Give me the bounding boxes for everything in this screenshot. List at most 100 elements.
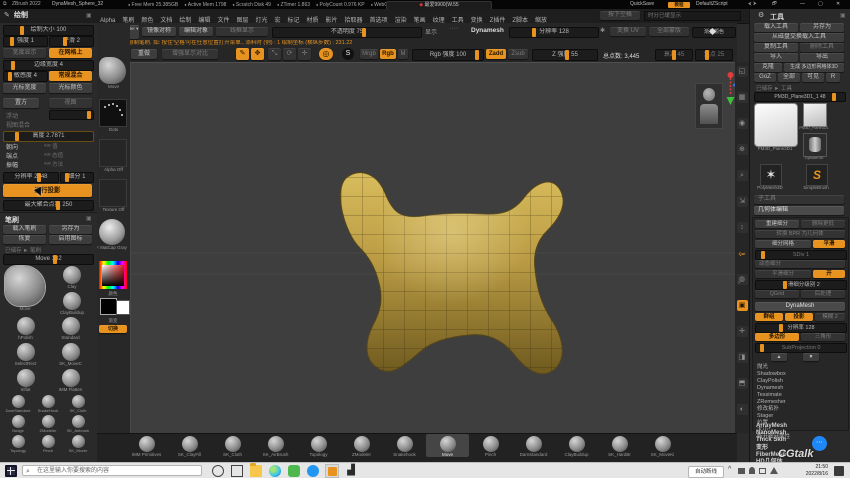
smooth-on-toggle[interactable]: 开 <box>813 270 845 278</box>
tray-brush-item[interactable]: Move <box>426 434 469 457</box>
run-projection-button[interactable]: 运行投影 <box>3 184 92 197</box>
make-polymesh-button[interactable]: 生成 多边形网格体3D <box>784 63 844 72</box>
enable-icon-button[interactable]: 启用图标 <box>49 235 92 244</box>
resolution-2048-slider[interactable]: 分辨率 2048 <box>3 172 59 183</box>
dynamesh-header[interactable]: DynaMesh <box>755 302 845 311</box>
tray-brush-item[interactable]: ClayBuildup <box>555 434 598 457</box>
geometry-section-item[interactable]: Dynamesh <box>753 385 848 392</box>
project-toggle[interactable]: 投影 <box>785 313 813 321</box>
left-palette-title[interactable]: 绘制 <box>14 9 28 23</box>
subpalette-header[interactable]: Thick Skin <box>750 437 850 444</box>
gradient-slider[interactable]: 渐变颜色 <box>692 27 736 38</box>
simplebrush-thumb[interactable]: S <box>806 164 828 186</box>
view-blend-slider[interactable] <box>49 110 94 120</box>
move-mode-icon[interactable]: ✥ <box>251 48 264 60</box>
close-button[interactable]: ✕ <box>836 0 840 9</box>
gizmo-mode-icon[interactable]: ✛ <box>298 48 311 60</box>
mic-tray-icon[interactable] <box>749 467 755 474</box>
shelf-icon[interactable]: ↕ <box>737 222 748 233</box>
cursor-width-button[interactable]: 光标宽度 <box>3 83 46 93</box>
geometry-section-item[interactable]: 修改拓扑 <box>753 406 848 413</box>
zscript-button[interactable]: DefaultZScript <box>696 0 728 9</box>
dynamesh-label[interactable]: Dynamesh <box>471 27 504 34</box>
sculptris-badge-icon[interactable]: S <box>342 48 354 60</box>
polymesh3d-thumb[interactable]: ✶ <box>760 164 782 186</box>
scale-mode-icon[interactable]: ⤡ <box>268 48 281 60</box>
del-lower-button[interactable]: 删除更低 <box>801 220 845 228</box>
volume-tray-icon[interactable] <box>770 467 778 474</box>
cube-view-button[interactable]: 置方 <box>3 98 39 108</box>
tray-brush-item[interactable]: DamStandard <box>512 434 555 457</box>
edge-browser-icon[interactable] <box>269 465 281 477</box>
polish-toggle[interactable]: 多边形 <box>755 333 799 341</box>
image-tray-icon[interactable] <box>759 468 766 474</box>
strength-slider[interactable]: 强度 1 <box>3 36 48 47</box>
width-display-button[interactable]: 宽度显示 <box>3 48 46 58</box>
smt-toggle[interactable]: 平滑 <box>813 240 845 248</box>
switch-color-button[interactable]: 切换 <box>99 325 127 333</box>
primary-color-swatch[interactable] <box>100 298 117 315</box>
dots-menu-icon[interactable]: ···· <box>449 25 458 32</box>
keyboard-tray-icon[interactable] <box>738 468 745 474</box>
import-from-disk-button[interactable]: 从磁盘交换载入工具 <box>754 33 844 42</box>
zbrush-taskbar-icon[interactable] <box>326 465 338 477</box>
brush-item[interactable]: Nudge <box>3 415 33 433</box>
tray-collapse-arrow[interactable]: ‹ <box>97 245 99 251</box>
rotate-mode-icon[interactable]: ⟳ <box>283 48 296 60</box>
search-input[interactable]: ⌕ 在这里输入你要搜索的内容 <box>22 465 202 476</box>
shelf-icon[interactable]: ◨ <box>737 352 748 363</box>
triangles-toggle[interactable]: 三角形 <box>801 333 845 341</box>
rgb-intensity-slider[interactable]: Rgb 强度 100 <box>412 49 484 61</box>
m-toggle[interactable]: M <box>398 49 408 59</box>
convert-bpr-button[interactable]: 转换 BPR 为几何体 <box>755 230 845 238</box>
edge-width-slider[interactable]: 边缘宽度 4 <box>3 60 94 71</box>
brush-item[interactable]: SK_Cloth <box>63 395 93 413</box>
edit-object-button[interactable]: 编辑对象 <box>179 27 213 36</box>
delete-tool-button[interactable]: 删除工具 <box>800 43 844 52</box>
redo-button[interactable]: 重做 <box>131 49 157 59</box>
person-app-icon[interactable]: ▟ <box>345 465 357 477</box>
brush-item[interactable]: DamStandard <box>3 395 33 413</box>
brush-item[interactable]: SK_MoveC <box>48 343 93 366</box>
file-explorer-icon[interactable] <box>250 465 262 477</box>
tray-brush-item[interactable]: SK_HardBr <box>598 434 641 457</box>
clock[interactable]: 21:50 2022/8/16 <box>786 464 828 478</box>
brush-item[interactable]: Pinch <box>33 435 63 453</box>
brush-item[interactable]: Topology <box>3 435 33 453</box>
subdiv-slider[interactable]: 细分 1 <box>60 172 94 183</box>
tray-expand-arrow[interactable]: › <box>738 280 740 286</box>
material-well[interactable]: MatCap Gray <box>99 219 128 250</box>
start-button-icon[interactable] <box>5 465 17 477</box>
brush-item[interactable]: IMM Flatten <box>48 369 93 392</box>
tray-caret-icon[interactable]: ^ <box>728 466 731 473</box>
save-as-button[interactable]: 另存为 <box>800 23 844 32</box>
shelf-icon[interactable]: ⊕ <box>737 144 748 155</box>
dynamic-subdiv-header[interactable]: 动态细分 <box>755 260 845 268</box>
current-brush-well[interactable]: Move <box>99 57 128 89</box>
reconstruct-subdiv-button[interactable]: 重建细分 <box>755 220 799 228</box>
maximize-button[interactable]: ▢ <box>818 0 823 9</box>
tray-brush-item[interactable]: Pinch <box>469 434 512 457</box>
brush-item[interactable]: SelectRect <box>3 343 48 366</box>
notification-center-icon[interactable] <box>834 466 844 476</box>
falloff-slider[interactable]: 衰减 45 <box>655 49 693 61</box>
brush-item[interactable]: ZModeler <box>33 415 63 433</box>
plane3d-thumb[interactable] <box>803 103 827 127</box>
mrgb-toggle[interactable]: Mrgb <box>360 49 378 59</box>
draw-size-slider[interactable]: 绘制大小 100 <box>3 25 94 36</box>
goz-all-button[interactable]: 全部 <box>778 73 800 82</box>
stored-tool-label[interactable]: 已储存 ► 工具 <box>756 84 792 92</box>
blur-button[interactable]: 模糊 2 <box>815 313 845 321</box>
shelf-icon[interactable]: Qui <box>737 248 748 259</box>
blend-mode-button[interactable]: 常规混合 <box>49 71 92 81</box>
geometry-section-item[interactable]: Stager <box>753 413 848 420</box>
shelf-icon[interactable]: ✛ <box>737 326 748 337</box>
qgrid-button[interactable]: QGrid <box>755 290 799 298</box>
geometry-section-item[interactable]: ClayPolish <box>753 378 848 385</box>
geometry-section-item[interactable]: 抛光 <box>753 364 848 371</box>
sv-square[interactable] <box>102 265 124 286</box>
brush-item[interactable]: SK_Airbrush <box>63 415 93 433</box>
axis-row-value[interactable]: ᴬˢᴮ 态值 <box>44 151 63 159</box>
max-points-slider[interactable]: 最大聚合点数 250 <box>3 200 94 211</box>
tray-brush-item[interactable]: ZModeler <box>340 434 383 457</box>
